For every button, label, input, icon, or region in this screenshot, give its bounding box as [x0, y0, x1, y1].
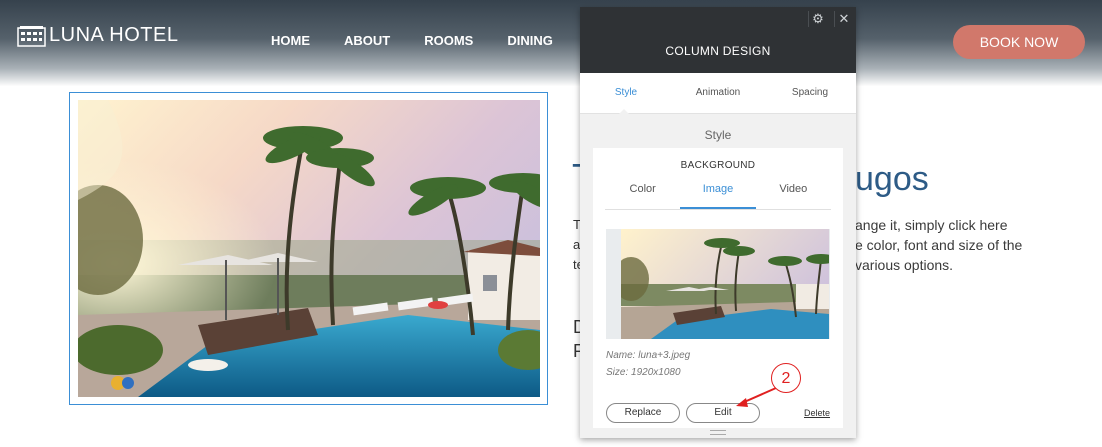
panel-header: ⚙ ✕ COLUMN DESIGN — [580, 7, 856, 73]
image-file-size: Size: 1920x1080 — [606, 367, 681, 378]
image-file-name: Name: luna+3.jpeg — [606, 350, 691, 361]
background-image-preview[interactable] — [606, 229, 830, 339]
nav-item-dining[interactable]: DINING — [507, 33, 553, 48]
column-design-panel: ⚙ ✕ COLUMN DESIGN Style Animation Spacin… — [580, 7, 856, 438]
panel-title: COLUMN DESIGN — [665, 44, 771, 58]
paragraph-right-line: various options. — [855, 257, 954, 273]
paragraph-right-line: e color, font and size of the — [855, 237, 1023, 253]
edit-button[interactable]: Edit — [686, 403, 760, 423]
gear-icon[interactable]: ⚙ — [808, 11, 827, 27]
thumbnail-photo — [621, 229, 829, 339]
resize-grip-icon[interactable] — [710, 430, 726, 435]
hotel-logo-icon — [17, 25, 46, 47]
book-now-button[interactable]: BOOK NOW — [953, 25, 1085, 59]
background-card: BACKGROUND Color Image Video Name: luna+… — [593, 148, 843, 428]
section-title: Style — [704, 128, 732, 142]
pool-photo[interactable] — [78, 100, 540, 397]
paragraph-right: ange it, simply click here e color, font… — [855, 215, 1022, 275]
close-icon[interactable]: ✕ — [834, 11, 853, 27]
tab-animation[interactable]: Animation — [672, 73, 764, 113]
logo[interactable]: LUNA HOTEL — [17, 24, 178, 47]
nav-item-home[interactable]: HOME — [271, 33, 310, 48]
pool-photo-image — [78, 100, 540, 397]
subtab-video[interactable]: Video — [756, 183, 831, 209]
active-tab-indicator — [618, 109, 630, 115]
tab-spacing[interactable]: Spacing — [764, 73, 856, 113]
logo-text: LUNA HOTEL — [49, 24, 179, 46]
subtab-image[interactable]: Image — [680, 183, 756, 209]
step-callout-badge: 2 — [771, 363, 801, 393]
background-label: BACKGROUND — [680, 160, 756, 171]
image-meta: Name: luna+3.jpeg Size: 1920x1080 — [606, 347, 690, 381]
panel-tabs: Style Animation Spacing — [580, 73, 856, 115]
thumbnail-image — [621, 229, 829, 339]
subtab-color[interactable]: Color — [605, 183, 680, 209]
replace-button[interactable]: Replace — [606, 403, 680, 423]
nav-item-about[interactable]: ABOUT — [344, 33, 390, 48]
paragraph-right-line: ange it, simply click here — [855, 217, 1008, 233]
delete-link[interactable]: Delete — [804, 408, 830, 418]
tab-style[interactable]: Style — [580, 73, 672, 113]
background-subtabs: Color Image Video — [605, 183, 831, 210]
nav-item-rooms[interactable]: ROOMS — [424, 33, 473, 48]
section-heading-right: ugos — [855, 160, 929, 198]
site-header: LUNA HOTEL HOME ABOUT ROOMS DINING FU BO… — [0, 0, 1102, 86]
